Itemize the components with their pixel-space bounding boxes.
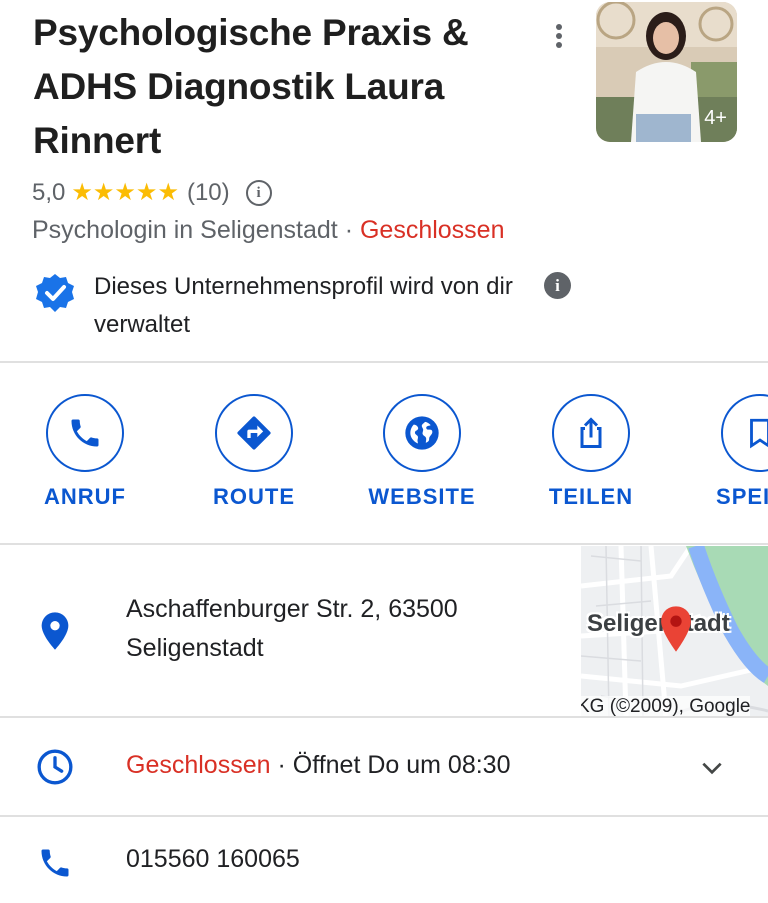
directions-icon	[237, 416, 271, 450]
phone-icon	[71, 419, 99, 447]
hours-row[interactable]: Geschlossen · Öffnet Do um 08:30	[126, 751, 510, 780]
call-label: ANRUF	[44, 484, 126, 509]
verified-badge-icon	[36, 274, 74, 312]
route-button[interactable]: ROUTE	[194, 394, 314, 510]
map-pin-icon	[661, 606, 691, 652]
save-button[interactable]: SPEICH	[700, 394, 768, 510]
call-button[interactable]: ANRUF	[25, 394, 145, 510]
globe-icon	[405, 416, 439, 450]
business-photo[interactable]: 4+	[596, 2, 737, 142]
bookmark-icon	[750, 418, 768, 449]
photo-count: 4+	[704, 107, 727, 129]
review-count[interactable]: (10)	[187, 179, 230, 207]
verified-text: Dieses Unternehmensprofil wird von dir v…	[94, 273, 513, 338]
map-attribution: KG (©2009), Google	[581, 696, 751, 716]
rating-row[interactable]: 5,0 ★ ★ ★ ★ ★ (10) i	[32, 176, 272, 210]
star-icon: ★	[71, 179, 93, 206]
website-button[interactable]: WEBSITE	[362, 394, 482, 510]
hours-next-open: Öffnet Do um 08:30	[292, 751, 511, 779]
rating-info-icon[interactable]: i	[245, 180, 272, 206]
chevron-down-icon[interactable]	[697, 755, 727, 781]
divider	[0, 543, 768, 545]
star-icon: ★	[114, 179, 136, 206]
star-icon: ★	[157, 179, 179, 206]
divider	[0, 361, 768, 363]
phone-number[interactable]: 015560 160065	[126, 845, 300, 874]
share-icon	[580, 417, 602, 448]
verified-info-icon[interactable]: i	[544, 272, 571, 299]
address-text[interactable]: Aschaffenburger Str. 2, 63500 Seligensta…	[126, 590, 546, 668]
phone-row-icon	[34, 842, 76, 884]
map-thumbnail[interactable]: Seligenstadt KG (©2009), Google	[581, 546, 768, 716]
category-status-row: Psychologin in Seligenstadt · Geschlosse…	[32, 216, 505, 245]
share-button[interactable]: TEILEN	[531, 394, 651, 510]
share-label: TEILEN	[548, 484, 634, 509]
rating-value: 5,0	[32, 179, 66, 206]
separator: ·	[270, 751, 293, 779]
clock-icon	[34, 746, 76, 788]
verified-profile-row: Dieses Unternehmensprofil wird von dir v…	[34, 268, 574, 348]
save-label: SPEICH	[716, 484, 768, 509]
star-icon: ★	[135, 179, 158, 206]
open-status: Geschlossen	[359, 216, 505, 244]
divider	[0, 815, 768, 817]
business-title: Psychologische Praxis & ADHS Diagnostik …	[33, 12, 469, 161]
route-label: ROUTE	[213, 484, 295, 509]
location-pin-icon	[34, 610, 76, 652]
website-label: WEBSITE	[368, 484, 476, 509]
star-icon: ★	[92, 179, 115, 206]
separator: ·	[337, 216, 360, 244]
more-options-icon[interactable]	[546, 24, 572, 52]
star-rating: ★ ★ ★ ★ ★	[71, 181, 179, 205]
divider	[0, 716, 768, 718]
hours-status: Geschlossen	[126, 751, 271, 779]
category: Psychologin in Seligenstadt	[32, 216, 338, 244]
